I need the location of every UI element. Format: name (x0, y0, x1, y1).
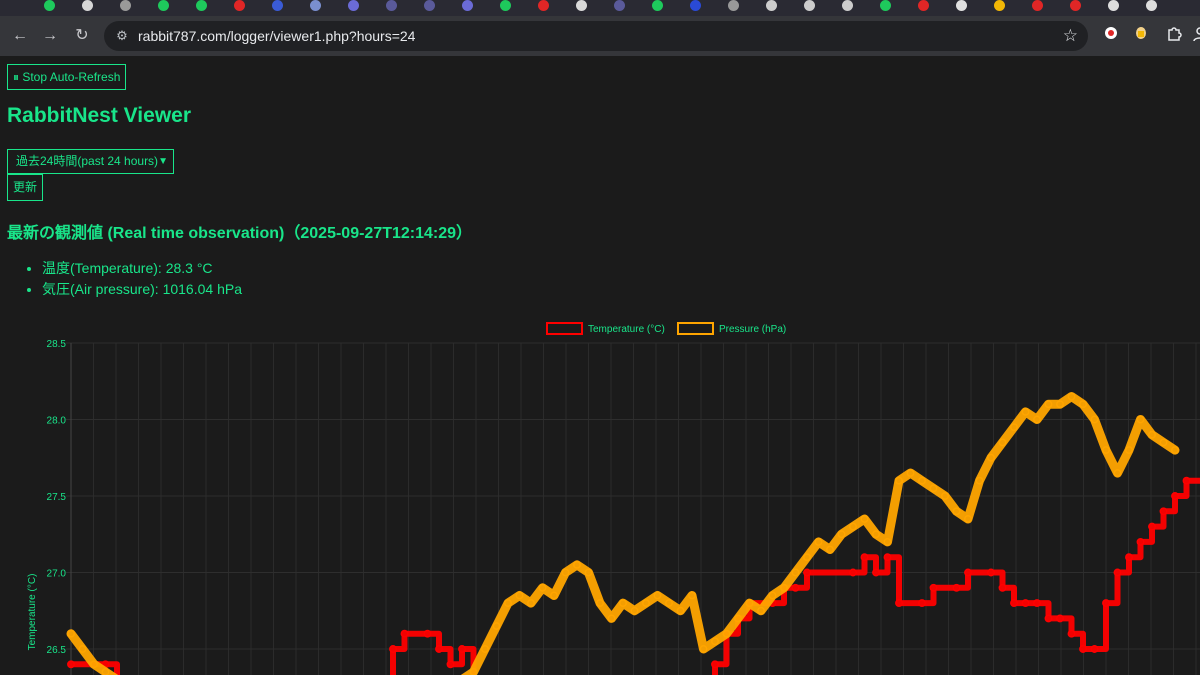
browser-tab-favicon[interactable] (538, 0, 549, 11)
browser-tab-favicon[interactable] (1146, 0, 1157, 11)
reload-icon[interactable]: ↻ (70, 24, 94, 48)
browser-tab-favicon[interactable] (918, 0, 929, 11)
time-range-value: 過去24時間(past 24 hours) (16, 154, 159, 168)
browser-tab-favicon[interactable] (348, 0, 359, 11)
browser-tab-favicon[interactable] (120, 0, 131, 11)
url-text[interactable]: rabbit787.com/logger/viewer1.php?hours=2… (138, 28, 415, 44)
latest-observation-heading: 最新の観測値 (Real time observation)（2025-09-2… (7, 225, 473, 242)
legend-swatch (677, 322, 714, 335)
browser-tab-favicon[interactable] (462, 0, 473, 11)
chevron-down-icon: ▼ (158, 156, 168, 167)
y-tick-label: 28.0 (47, 416, 67, 427)
browser-tab-favicon[interactable] (44, 0, 55, 11)
browser-tab-favicon[interactable] (272, 0, 283, 11)
browser-tab-favicon[interactable] (842, 0, 853, 11)
y-tick-label: 26.5 (47, 645, 67, 656)
pressure-series-line (66, 392, 1180, 675)
time-range-select[interactable]: 過去24時間(past 24 hours) ▼ (7, 149, 174, 174)
legend-label: Temperature (°C) (588, 324, 665, 335)
y-tick-label: 27.5 (47, 492, 67, 503)
extension-badge-icon[interactable] (1131, 26, 1151, 46)
legend-swatch (546, 322, 583, 335)
browser-tab-favicon[interactable] (386, 0, 397, 11)
browser-tab-favicon[interactable] (994, 0, 1005, 11)
browser-tab-favicon[interactable] (690, 0, 701, 11)
back-icon[interactable]: ← (8, 24, 32, 48)
page-title: RabbitNest Viewer (7, 104, 192, 127)
browser-tab-favicon[interactable] (766, 0, 777, 11)
browser-tab-favicon[interactable] (804, 0, 815, 11)
browser-tab-favicon[interactable] (500, 0, 511, 11)
pressure-reading: 気圧(Air pressure): 1016.04 hPa (42, 279, 242, 300)
browser-tab-favicon[interactable] (880, 0, 891, 11)
browser-tab-favicon[interactable] (1070, 0, 1081, 11)
browser-tab-favicon[interactable] (652, 0, 663, 11)
temperature-series-line (68, 477, 1200, 675)
puzzle-icon[interactable] (1164, 26, 1184, 46)
temperature-pressure-chart: 28.5 28.0 27.5 27.0 26.5 Temperature (°C) Te… (27, 322, 1200, 675)
browser-tab-favicon[interactable] (310, 0, 321, 11)
forward-icon[interactable]: → (38, 24, 62, 48)
browser-tab-favicon[interactable] (956, 0, 967, 11)
chart-legend: Temperature (°C) Pressure (hPa) (546, 322, 786, 335)
browser-tab-favicon[interactable] (614, 0, 625, 11)
browser-tab-favicon[interactable] (424, 0, 435, 11)
browser-tab-favicon[interactable] (576, 0, 587, 11)
y-axis-ticks: 28.5 28.0 27.5 27.0 26.5 (47, 339, 67, 656)
bookmark-star-icon[interactable]: ☆ (1063, 26, 1078, 46)
chart-grid (66, 342, 1200, 675)
browser-tab-favicon[interactable] (234, 0, 245, 11)
legend-label: Pressure (hPa) (719, 324, 786, 335)
temperature-reading: 温度(Temperature): 28.3 °C (42, 258, 242, 279)
y-tick-label: 28.5 (47, 339, 67, 350)
browser-toolbar: ← → ↻ ⚙ rabbit787.com/logger/viewer1.php… (0, 16, 1200, 56)
browser-tab-favicon[interactable] (1108, 0, 1119, 11)
address-bar[interactable]: ⚙ rabbit787.com/logger/viewer1.php?hours… (104, 21, 1088, 51)
y-axis-label: Temperature (°C) (27, 574, 38, 651)
browser-tab-favicon[interactable] (82, 0, 93, 11)
browser-tab-strip (0, 0, 1200, 16)
stop-auto-refresh-button[interactable]: ⏸ Stop Auto-Refresh (7, 64, 127, 90)
browser-tab-favicon[interactable] (728, 0, 739, 11)
browser-tab-favicon[interactable] (1032, 0, 1043, 11)
browser-tab-favicon[interactable] (196, 0, 207, 11)
site-settings-icon[interactable]: ⚙ (114, 28, 130, 44)
update-button[interactable]: 更新 (7, 174, 44, 201)
browser-tab-favicon[interactable] (158, 0, 169, 11)
observation-list: 温度(Temperature): 28.3 °C 気圧(Air pressure… (24, 258, 242, 300)
profile-icon[interactable] (1190, 26, 1200, 46)
record-icon[interactable] (1101, 26, 1121, 46)
y-tick-label: 27.0 (47, 569, 67, 580)
